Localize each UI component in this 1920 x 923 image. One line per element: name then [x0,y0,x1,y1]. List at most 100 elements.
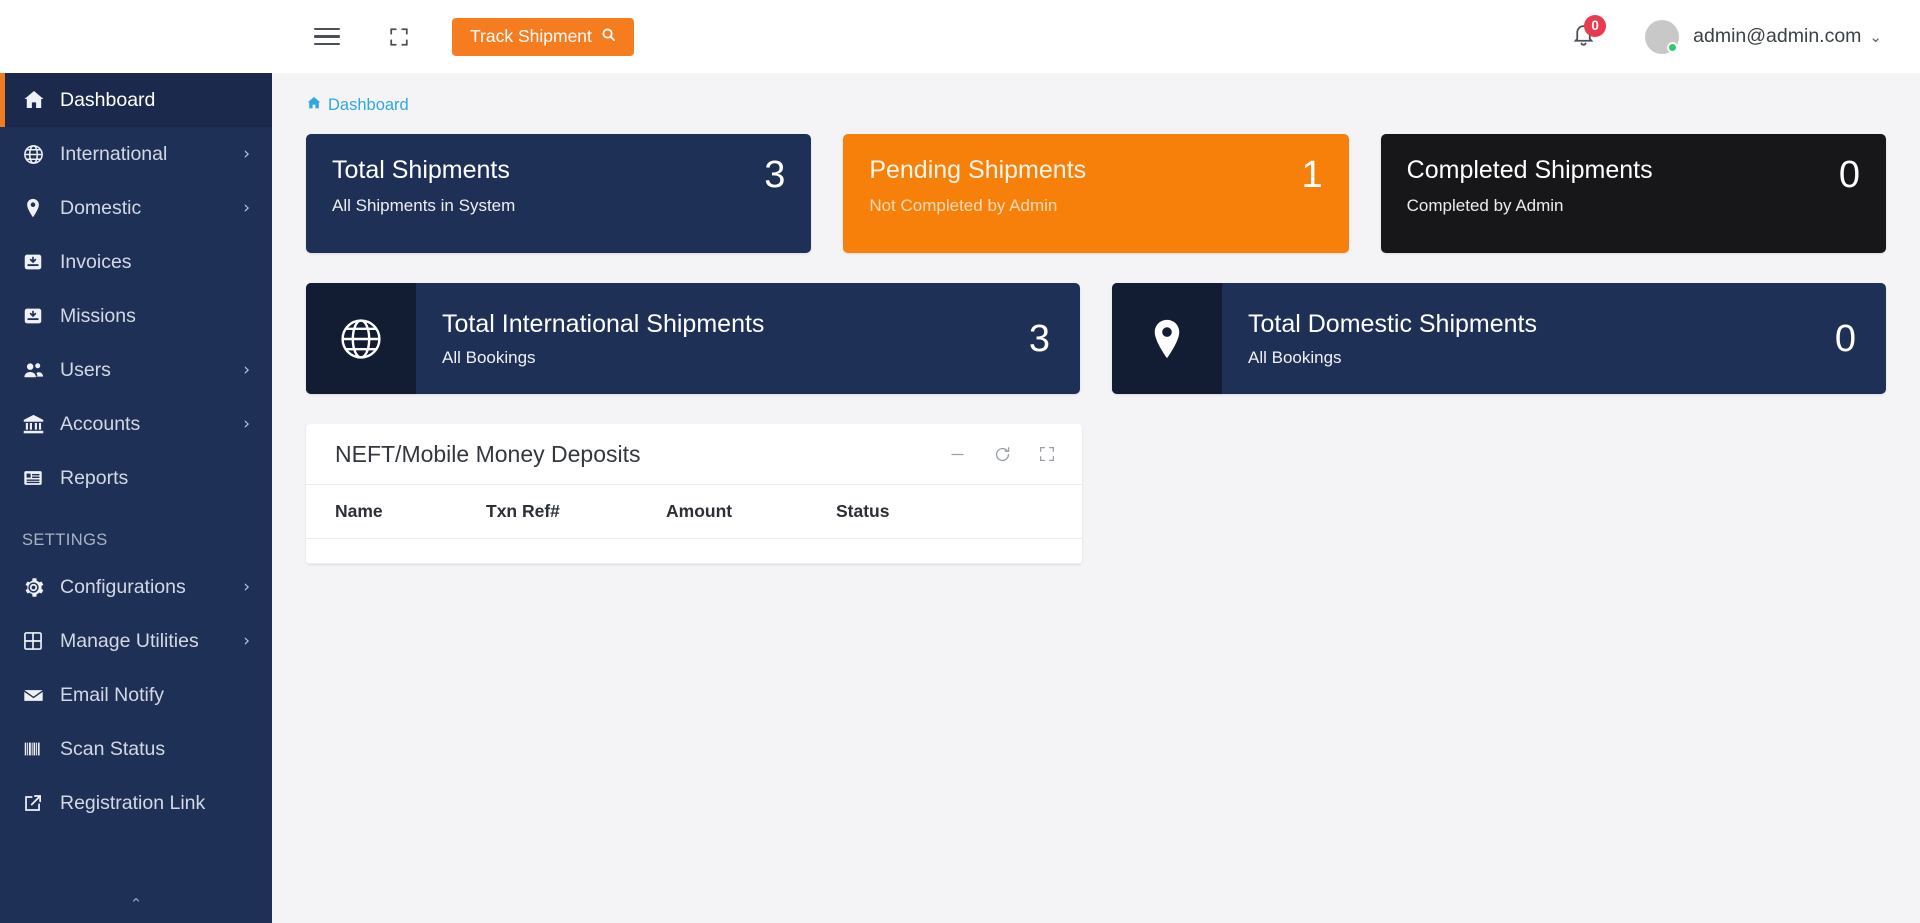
sidebar-item-dashboard[interactable]: Dashboard [0,73,272,127]
stat-card-value: 0 [1838,154,1860,196]
notifications-button[interactable]: 0 [1563,14,1607,57]
chevron-right-icon: › [243,631,250,651]
bank-icon [22,413,52,436]
app-root: Dashboard International › Domestic › Inv… [0,0,1920,923]
chevron-down-icon: ⌄ [1869,27,1882,46]
globe-icon [306,283,416,394]
avatar[interactable] [1645,19,1680,54]
sidebar-item-label: Domestic [60,196,142,219]
sidebar-item-users[interactable]: Users › [0,343,272,397]
inbox-download-icon [22,251,52,273]
sidebar-item-international[interactable]: International › [0,127,272,181]
chevron-right-icon: › [243,577,250,597]
barcode-icon [22,738,52,760]
map-pin-icon [1112,283,1222,394]
sidebar-collapse-button[interactable]: ⌃ [0,895,272,923]
sidebar-item-scan-status[interactable]: Scan Status [0,722,272,776]
stat-card-value: 0 [1834,317,1856,360]
sidebar-item-manage-utilities[interactable]: Manage Utilities › [0,614,272,668]
sidebar-item-label: Scan Status [60,737,166,760]
breadcrumb[interactable]: Dashboard [306,95,1886,116]
breadcrumb-label: Dashboard [328,96,409,114]
envelope-icon [22,684,52,707]
wide-stat-cards-row: Total International Shipments All Bookin… [306,283,1886,394]
sidebar-section-settings: SETTINGS [22,531,108,549]
stat-card-total-international-shipments[interactable]: Total International Shipments All Bookin… [306,283,1080,394]
topbar: Track Shipment 0 admin@admin.com ⌄ [272,0,1920,73]
sidebar-item-label: Email Notify [60,683,165,706]
user-menu[interactable]: admin@admin.com ⌄ [1693,25,1882,48]
fullscreen-icon[interactable] [380,18,418,56]
column-header-name: Name [306,485,486,539]
search-icon [601,26,616,47]
stat-card-title: Total Shipments [332,156,510,184]
sidebar-item-label: Users [60,358,111,381]
refresh-icon[interactable] [993,445,1012,464]
inbox-download-icon [22,305,52,327]
stat-card-total-shipments[interactable]: Total Shipments All Shipments in System … [306,134,812,253]
grid-icon [22,630,52,652]
stat-card-title: Pending Shipments [869,156,1087,184]
sidebar-logo-area [0,0,272,73]
neft-deposits-panel: NEFT/Mobile Money Deposits Name Txn Ref#… [306,424,1082,564]
stat-card-pending-shipments[interactable]: Pending Shipments Not Completed by Admin… [843,134,1349,253]
table-header-row: Name Txn Ref# Amount Status [306,485,1082,539]
notification-count-badge: 0 [1584,14,1607,37]
hamburger-menu-icon[interactable] [308,18,346,56]
gear-icon [22,576,52,599]
globe-icon [22,143,52,166]
sidebar-item-label: Registration Link [60,791,206,814]
sidebar-item-reports[interactable]: Reports [0,451,272,505]
page-content: Dashboard Total Shipments All Shipments … [272,73,1920,923]
table-row-empty [306,538,1082,564]
online-status-dot [1667,41,1679,53]
track-shipment-label: Track Shipment [470,26,592,46]
main-area: Track Shipment 0 admin@admin.com ⌄ Dashb… [272,0,1920,923]
stat-card-subtitle: Not Completed by Admin [869,195,1058,215]
users-icon [22,359,52,382]
panel-tools [948,445,1056,464]
expand-icon[interactable] [1038,445,1056,463]
home-icon [22,88,52,112]
sidebar-item-configurations[interactable]: Configurations › [0,560,272,614]
stat-cards-row: Total Shipments All Shipments in System … [306,134,1886,253]
map-pin-icon [22,197,52,219]
chevron-right-icon: › [243,144,250,164]
sidebar-item-invoices[interactable]: Invoices [0,235,272,289]
sidebar-item-email-notify[interactable]: Email Notify [0,668,272,722]
sidebar-item-domestic[interactable]: Domestic › [0,181,272,235]
panel-title: NEFT/Mobile Money Deposits [335,440,641,467]
sidebar-item-label: Manage Utilities [60,629,199,652]
sidebar-item-label: Dashboard [60,88,156,111]
minimize-icon[interactable] [948,445,967,464]
panel-header: NEFT/Mobile Money Deposits [306,424,1082,485]
sidebar-item-label: Configurations [60,575,186,598]
stat-card-title: Completed Shipments [1406,156,1653,184]
sidebar-item-label: International [60,142,168,165]
user-email-label: admin@admin.com [1693,25,1862,47]
track-shipment-button[interactable]: Track Shipment [452,17,634,56]
column-header-amount: Amount [666,485,836,539]
sidebar-item-label: Invoices [60,250,132,273]
sidebar-item-label: Reports [60,466,129,489]
sidebar-item-label: Accounts [60,412,141,435]
external-link-icon [22,792,52,814]
report-list-icon [22,467,52,489]
sidebar-item-registration-link[interactable]: Registration Link [0,776,272,830]
sidebar-nav: Dashboard International › Domestic › Inv… [0,73,272,895]
chevron-right-icon: › [243,360,250,380]
sidebar-item-missions[interactable]: Missions [0,289,272,343]
stat-card-completed-shipments[interactable]: Completed Shipments Completed by Admin 0 [1380,134,1886,253]
chevron-right-icon: › [243,198,250,218]
stat-card-subtitle: All Bookings [1248,347,1342,367]
sidebar-item-accounts[interactable]: Accounts › [0,397,272,451]
stat-card-subtitle: All Bookings [442,347,536,367]
home-icon [306,95,322,116]
topbar-right: 0 admin@admin.com ⌄ [1563,14,1882,57]
stat-card-total-domestic-shipments[interactable]: Total Domestic Shipments All Bookings 0 [1112,283,1886,394]
stat-card-value: 3 [1028,317,1050,360]
stat-card-title: Total International Shipments [442,309,765,338]
stat-card-value: 1 [1301,154,1323,196]
column-header-status: Status [836,485,1082,539]
sidebar-item-label: Missions [60,304,136,327]
